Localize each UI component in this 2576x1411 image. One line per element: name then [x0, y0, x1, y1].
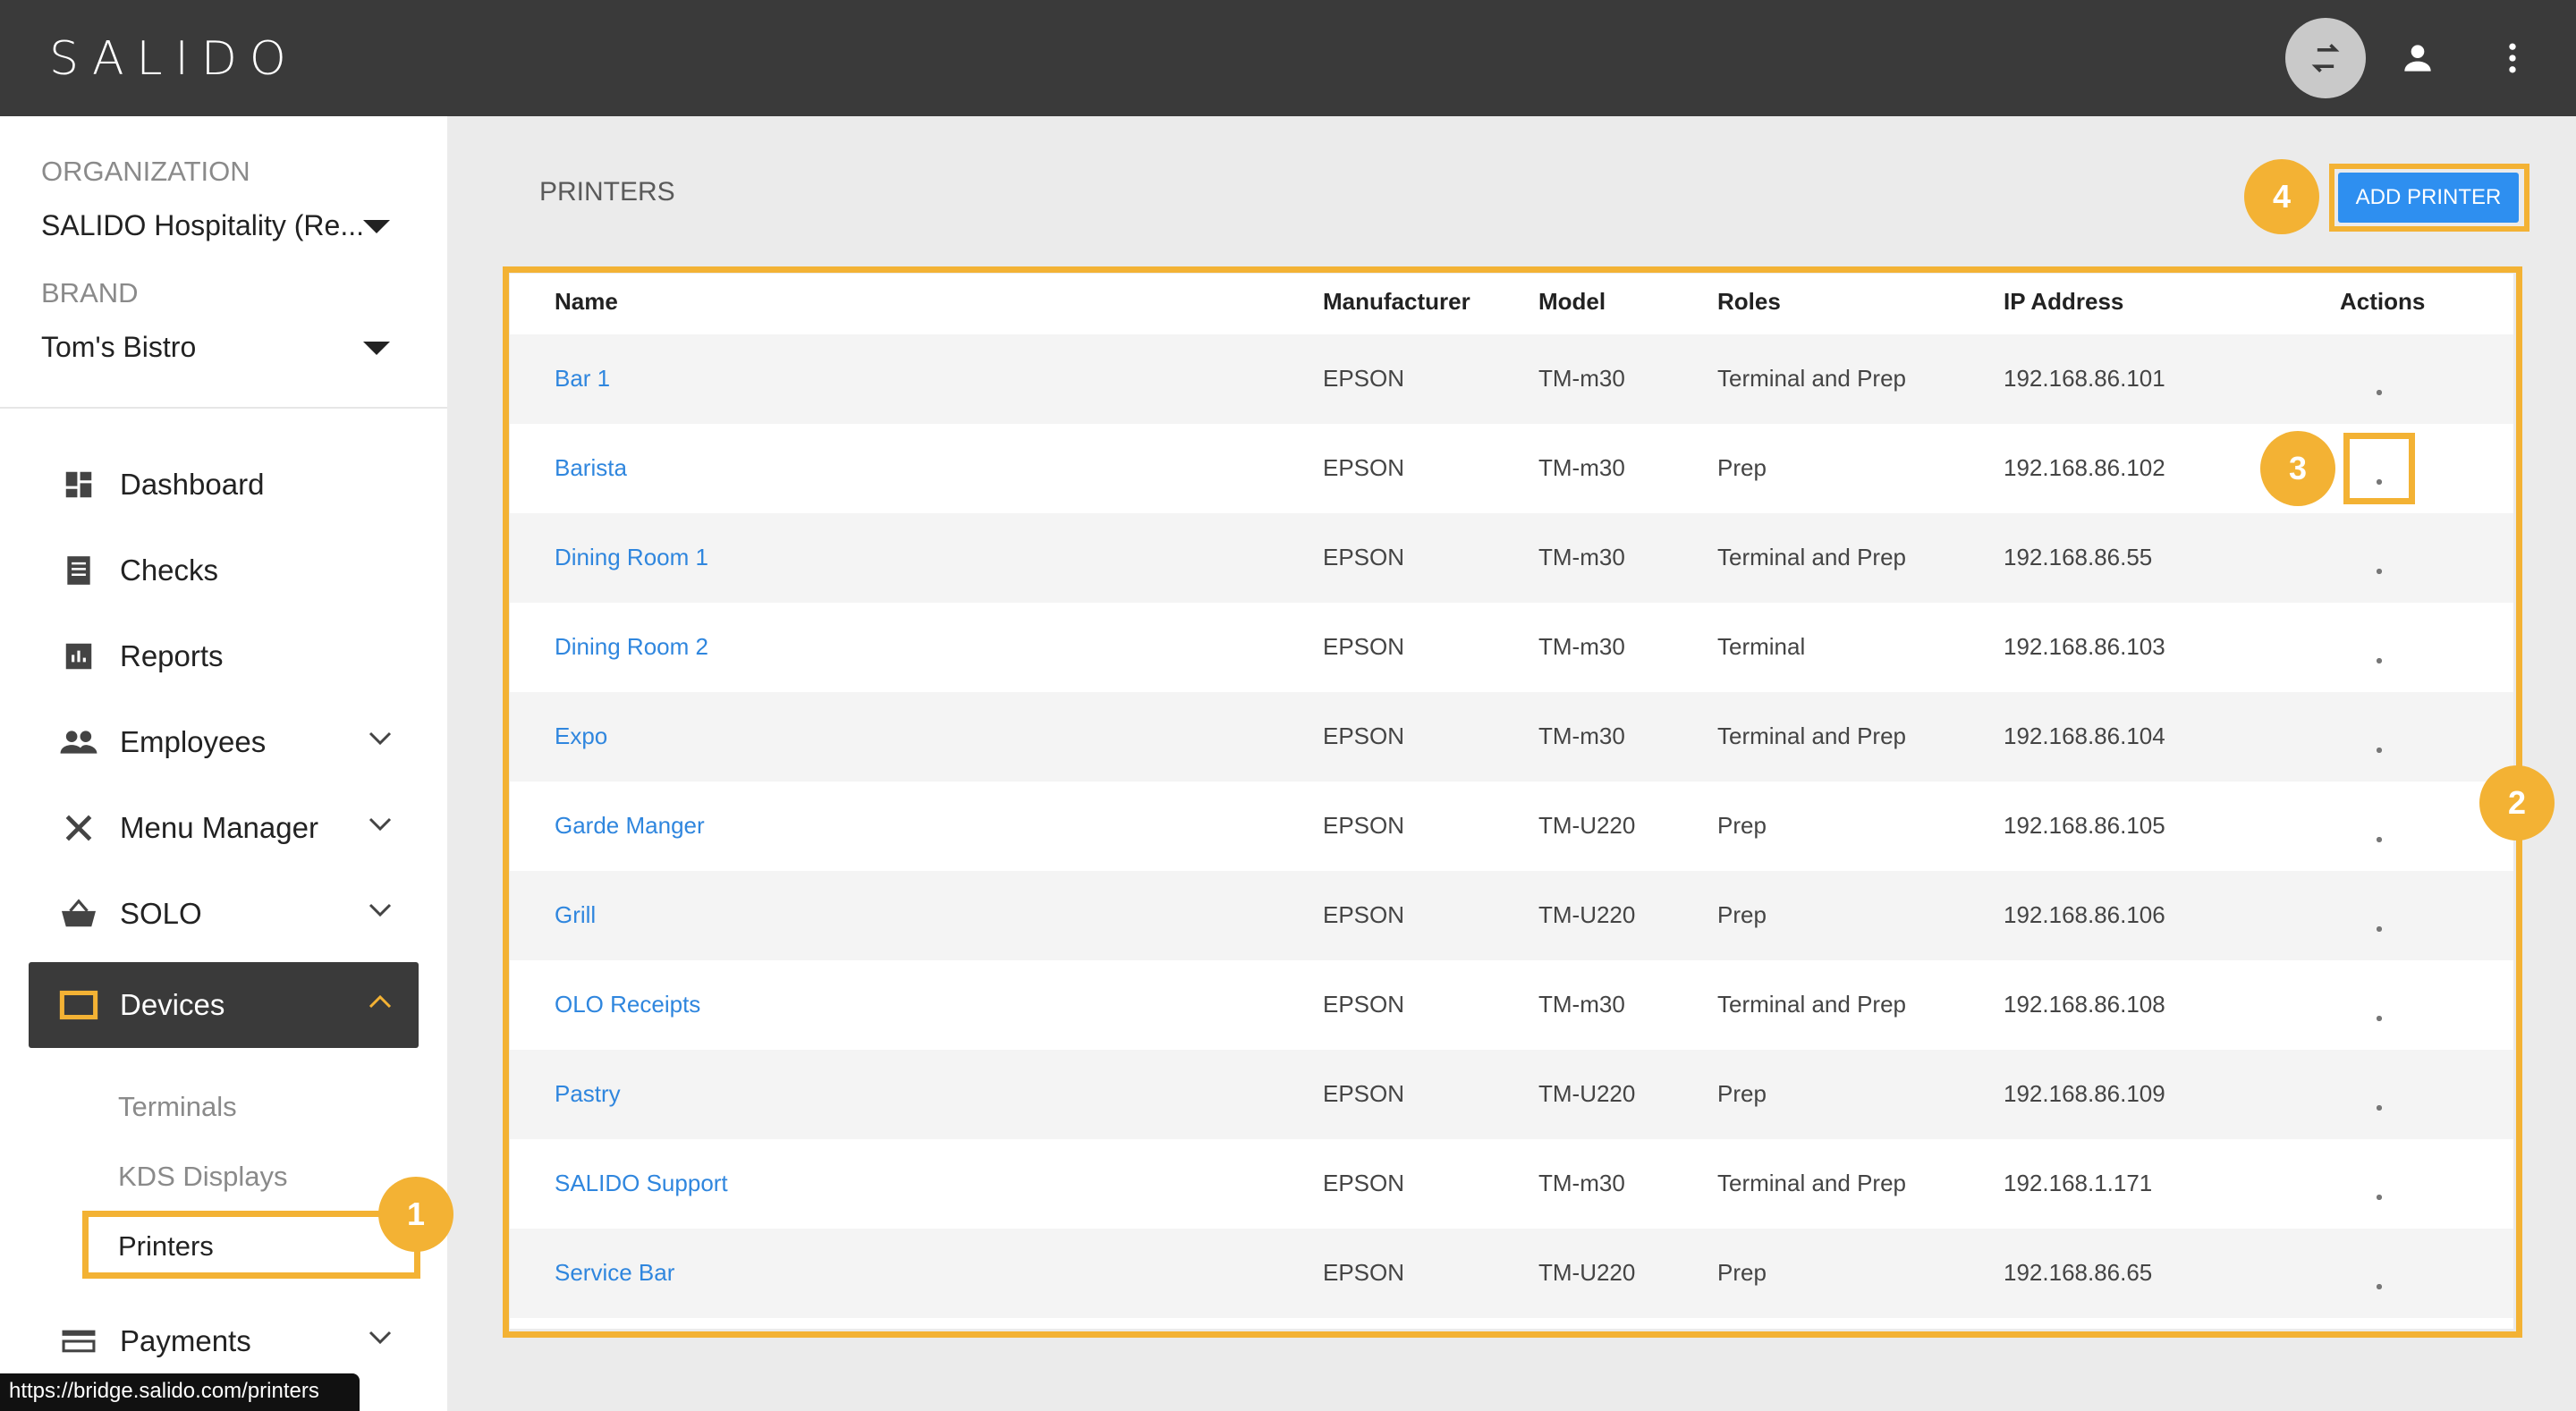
page-title: PRINTERS — [539, 177, 675, 207]
sidebar-item-label: Reports — [120, 639, 224, 672]
sync-button[interactable] — [2285, 18, 2366, 98]
dropdown-caret-icon — [363, 342, 390, 355]
chevron-down-icon — [369, 1331, 392, 1345]
organization-select[interactable]: SALIDO Hospitality (Re... — [41, 209, 390, 242]
sidebar-item-reports[interactable]: Reports — [29, 613, 419, 699]
status-bar-url: https://bridge.salido.com/printers — [0, 1373, 360, 1411]
sidebar-item-label: Checks — [120, 553, 219, 587]
sidebar-item-dashboard[interactable]: Dashboard — [29, 442, 419, 528]
chevron-up-icon — [369, 994, 392, 1009]
salido-logo[interactable]: SALIDO — [49, 32, 299, 86]
credit-card-icon — [59, 1322, 98, 1361]
brand-value: Tom's Bistro — [41, 331, 197, 363]
sidebar-item-payments[interactable]: Payments — [29, 1298, 419, 1384]
add-printer-highlight — [2329, 164, 2529, 232]
chevron-down-icon — [369, 903, 392, 917]
organization-value: SALIDO Hospitality (Re... — [41, 209, 364, 241]
basket-icon — [59, 894, 98, 934]
dashboard-icon — [59, 465, 98, 504]
sidebar-divider — [0, 407, 447, 409]
more-menu-button[interactable] — [2472, 18, 2553, 98]
sidebar-item-label: SOLO — [120, 897, 202, 930]
step-badge-1: 1 — [378, 1177, 453, 1252]
people-icon — [59, 722, 98, 762]
account-icon — [2404, 45, 2431, 72]
sidebar-item-label: Dashboard — [120, 468, 265, 501]
sidebar-item-menu-manager[interactable]: Menu Manager — [29, 785, 419, 871]
chevron-down-icon — [369, 731, 392, 746]
utensils-icon — [59, 808, 98, 848]
step-badge-3: 3 — [2260, 431, 2335, 506]
devices-icon — [59, 985, 98, 1025]
sidebar-subitem-kds-displays[interactable]: KDS Displays — [118, 1161, 288, 1193]
sidebar-item-employees[interactable]: Employees — [29, 699, 419, 785]
bar-chart-icon — [59, 637, 98, 676]
sidebar-item-devices[interactable]: Devices — [29, 962, 419, 1048]
brand-select[interactable]: Tom's Bistro — [41, 331, 390, 364]
top-app-bar: SALIDO — [0, 0, 2576, 116]
chevron-down-icon — [369, 817, 392, 832]
step-badge-2: 2 — [2479, 765, 2555, 841]
sidebar-item-label: Payments — [120, 1324, 251, 1357]
dropdown-caret-icon — [363, 220, 390, 233]
table-highlight — [503, 266, 2522, 1338]
receipt-icon — [59, 551, 98, 590]
sidebar-item-label: Devices — [120, 988, 225, 1021]
row-actions-highlight — [2343, 433, 2415, 504]
account-button[interactable] — [2377, 18, 2458, 98]
more-vert-icon — [2509, 43, 2516, 73]
sync-icon — [2311, 44, 2340, 72]
sidebar-item-label: Menu Manager — [120, 811, 318, 844]
brand-label: BRAND — [41, 277, 139, 308]
printers-menu-highlight — [82, 1211, 420, 1279]
organization-label: ORGANIZATION — [41, 156, 250, 187]
sidebar-subitem-terminals[interactable]: Terminals — [118, 1091, 237, 1123]
sidebar-item-solo[interactable]: SOLO — [29, 871, 419, 957]
sidebar-item-checks[interactable]: Checks — [29, 528, 419, 613]
sidebar-item-label: Employees — [120, 725, 267, 758]
step-badge-4: 4 — [2244, 159, 2319, 234]
